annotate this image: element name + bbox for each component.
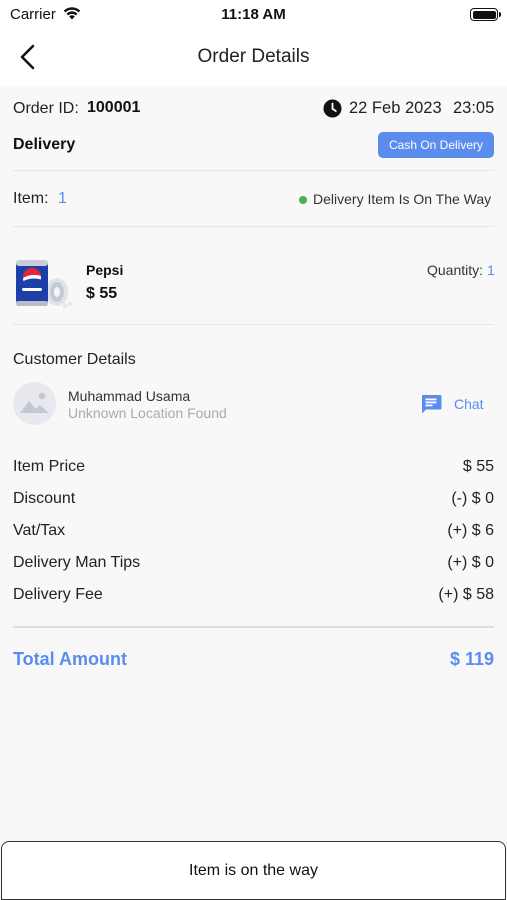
price-label: Delivery Fee: [13, 586, 103, 603]
product-name: Pepsi: [86, 262, 124, 278]
customer-name: Muhammad Usama: [68, 388, 191, 404]
avatar: [13, 382, 56, 425]
item-count-value: 1: [58, 190, 67, 207]
price-value: $ 55: [462, 458, 494, 475]
customer-location: Unknown Location Found: [68, 405, 227, 421]
divider: [13, 170, 494, 171]
order-id-label: Order ID:: [13, 100, 79, 117]
clock-icon: [323, 99, 342, 123]
order-time: 23:05: [453, 99, 495, 117]
divider: [13, 324, 494, 325]
product-price: $ 55: [86, 285, 118, 302]
image-placeholder-icon: [20, 392, 49, 413]
chat-button[interactable]: Chat: [419, 392, 494, 418]
order-id-value: 100001: [87, 99, 141, 116]
total-amount-value: $ 119: [449, 649, 494, 669]
price-label: Item Price: [13, 458, 86, 475]
order-date: 22 Feb 2023: [349, 99, 442, 117]
battery-icon: [470, 8, 501, 21]
customer-section-title: Customer Details: [13, 351, 136, 368]
status-dot-icon: [299, 196, 307, 204]
order-type: Delivery: [13, 136, 76, 153]
price-label: Vat/Tax: [13, 522, 66, 539]
price-value: (+) $ 6: [447, 522, 494, 539]
price-label: Delivery Man Tips: [13, 554, 141, 571]
status-time: 11:18 AM: [221, 6, 286, 23]
navigation-bar: Order Details: [0, 30, 507, 86]
item-on-the-way-button[interactable]: Item is on the way: [1, 841, 506, 900]
page-title: Order Details: [197, 46, 310, 67]
chat-label: Chat: [454, 396, 484, 412]
divider: [13, 626, 494, 628]
divider: [13, 226, 494, 227]
price-value: (-) $ 0: [451, 490, 494, 507]
status-bar: Carrier 11:18 AM: [0, 0, 507, 30]
total-amount-label: Total Amount: [13, 649, 127, 669]
price-value: (+) $ 0: [447, 554, 494, 571]
quantity-value: 1: [487, 262, 495, 278]
item-count-label: Item:: [13, 190, 49, 207]
pepsi-can-image: [13, 254, 73, 312]
price-label: Discount: [13, 490, 76, 507]
price-value: (+) $ 58: [438, 586, 494, 603]
quantity-label: Quantity:: [427, 262, 484, 278]
delivery-status-text: Delivery Item Is On The Way: [313, 191, 492, 207]
payment-method-badge: Cash On Delivery: [378, 132, 494, 158]
chat-icon: [419, 393, 443, 420]
